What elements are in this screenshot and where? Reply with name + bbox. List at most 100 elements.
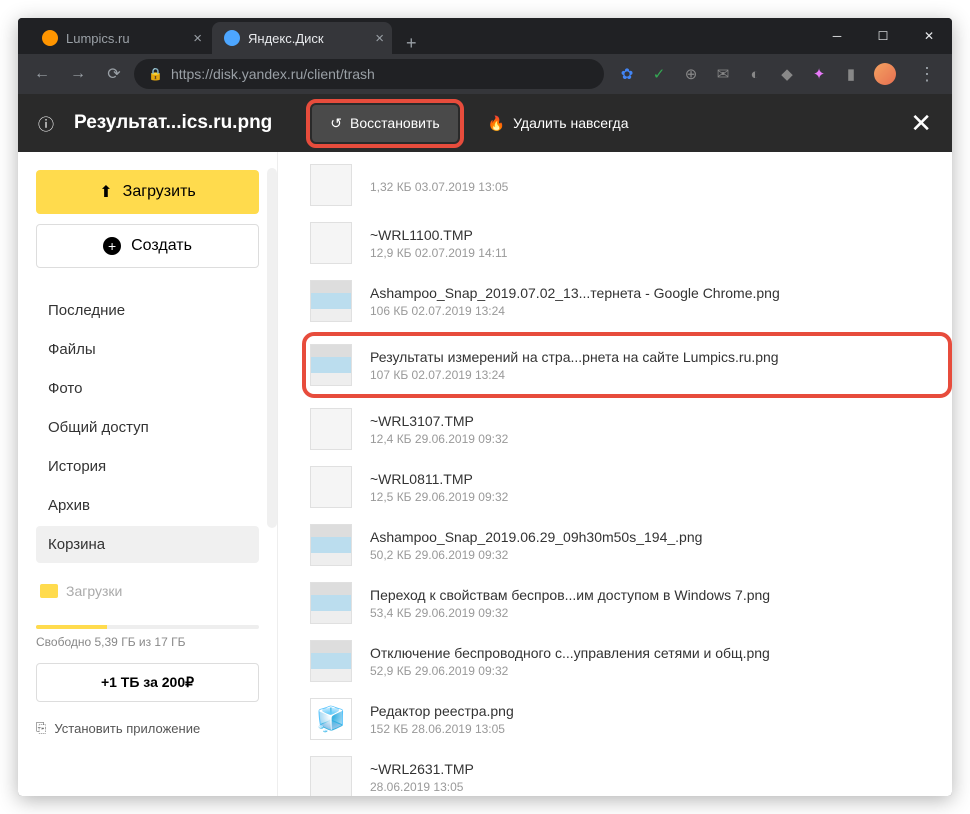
create-button[interactable]: + Создать <box>36 224 259 268</box>
close-actionbar[interactable]: ✕ <box>910 108 932 139</box>
ext-icon[interactable]: ✿ <box>618 65 636 83</box>
close-icon[interactable]: × <box>193 30 202 47</box>
avatar[interactable] <box>874 63 896 85</box>
sidebar-item[interactable]: Файлы <box>36 331 259 368</box>
file-info: Редактор реестра.png152 КБ 28.06.2019 13… <box>370 703 932 736</box>
file-meta: 106 КБ 02.07.2019 13:24 <box>370 304 932 318</box>
install-app[interactable]: ⎘ Установить приложение <box>36 720 259 736</box>
file-row[interactable]: Отключение беспроводного с...управления … <box>306 632 952 690</box>
address-bar[interactable]: 🔒 https://disk.yandex.ru/client/trash <box>134 59 604 89</box>
lock-icon: 🔒 <box>148 67 163 81</box>
file-row[interactable]: 🧊 Редактор реестра.png152 КБ 28.06.2019 1… <box>306 690 952 748</box>
tabs: Lumpics.ru × Яндекс.Диск × + <box>18 18 429 54</box>
upload-label: Загрузить <box>123 183 196 201</box>
reload-button[interactable]: ⟳ <box>98 58 130 90</box>
main-area: ⬆ Загрузить + Создать ПоследниеФайлыФото… <box>18 152 952 796</box>
install-label: Установить приложение <box>54 721 200 736</box>
info-icon[interactable]: ⓘ <box>38 111 54 135</box>
file-thumb <box>310 408 352 450</box>
file-name: ~WRL2631.TMP <box>370 761 932 777</box>
sidebar-item[interactable]: Последние <box>36 292 259 329</box>
scrollbar-thumb[interactable] <box>267 168 277 528</box>
create-label: Создать <box>131 237 192 255</box>
folder-label: Загрузки <box>66 583 122 599</box>
upload-icon: ⬆ <box>99 182 112 202</box>
file-meta: 12,5 КБ 29.06.2019 09:32 <box>370 490 932 504</box>
file-thumb <box>310 344 352 386</box>
url-text: https://disk.yandex.ru/client/trash <box>171 66 375 82</box>
close-icon[interactable]: × <box>375 30 384 47</box>
favicon <box>224 30 240 46</box>
menu-button[interactable]: ⋮ <box>910 64 944 85</box>
favicon <box>42 30 58 46</box>
sidebar-item[interactable]: Общий доступ <box>36 409 259 446</box>
maximize-button[interactable]: ☐ <box>860 18 906 54</box>
back-button[interactable]: ← <box>26 58 58 90</box>
file-meta: 52,9 КБ 29.06.2019 09:32 <box>370 664 932 678</box>
file-row[interactable]: Результаты измерений на стра...рнета на … <box>306 336 948 394</box>
restore-icon: ↺ <box>330 115 342 132</box>
file-meta: 107 КБ 02.07.2019 13:24 <box>370 368 928 382</box>
sidebar-item[interactable]: Фото <box>36 370 259 407</box>
file-meta: 50,2 КБ 29.06.2019 09:32 <box>370 548 932 562</box>
ext-icon[interactable]: ◆ <box>778 65 796 83</box>
file-meta: 152 КБ 28.06.2019 13:05 <box>370 722 932 736</box>
folder-icon <box>40 584 58 598</box>
file-name: Отключение беспроводного с...управления … <box>370 645 932 661</box>
file-row[interactable]: ~WRL1100.TMP12,9 КБ 02.07.2019 14:11 <box>306 214 952 272</box>
ext-icon[interactable]: ▮ <box>842 65 860 83</box>
restore-button[interactable]: ↺ Восстановить <box>312 105 457 142</box>
file-row[interactable]: Ashampoo_Snap_2019.07.02_13...тернета - … <box>306 272 952 330</box>
file-row[interactable]: ~WRL2631.TMP 28.06.2019 13:05 <box>306 748 952 796</box>
file-info: Переход к свойствам беспров...им доступо… <box>370 587 932 620</box>
window-controls: ─ ☐ ✕ <box>814 18 952 54</box>
file-meta: 12,4 КБ 29.06.2019 09:32 <box>370 432 932 446</box>
file-meta: 53,4 КБ 29.06.2019 09:32 <box>370 606 932 620</box>
file-name: Результаты измерений на стра...рнета на … <box>370 349 928 365</box>
promo-button[interactable]: +1 ТБ за 200₽ <box>36 663 259 702</box>
file-thumb <box>310 756 352 796</box>
minimize-button[interactable]: ─ <box>814 18 860 54</box>
file-info: ~WRL3107.TMP12,4 КБ 29.06.2019 09:32 <box>370 413 932 446</box>
browser-window: Lumpics.ru × Яндекс.Диск × + ─ ☐ ✕ ← → ⟳… <box>18 18 952 796</box>
file-thumb <box>310 640 352 682</box>
file-row[interactable]: ~WRL0811.TMP 12,5 КБ 29.06.2019 09:32 <box>306 458 952 516</box>
ext-icon[interactable]: ✦ <box>810 65 828 83</box>
close-button[interactable]: ✕ <box>906 18 952 54</box>
file-meta: 28.06.2019 13:05 <box>370 780 932 794</box>
tab-yandex-disk[interactable]: Яндекс.Диск × <box>212 22 392 54</box>
plus-icon: + <box>103 237 121 255</box>
extensions: ✿ ✓ ⊕ ✉ ◐ ◆ ✦ ▮ <box>608 63 906 85</box>
folder-downloads[interactable]: Загрузки <box>36 575 259 607</box>
file-info: ~WRL1100.TMP12,9 КБ 02.07.2019 14:11 <box>370 227 932 260</box>
selected-filename: Результат...ics.ru.png <box>74 112 272 134</box>
file-row[interactable]: Переход к свойствам беспров...им доступо… <box>306 574 952 632</box>
ext-icon[interactable]: ✓ <box>650 65 668 83</box>
file-thumb: 🧊 <box>310 698 352 740</box>
file-row[interactable]: ~WRL3107.TMP12,4 КБ 29.06.2019 09:32 <box>306 400 952 458</box>
page-content: ⓘ Результат...ics.ru.png ↺ Восстановить … <box>18 94 952 796</box>
file-thumb <box>310 524 352 566</box>
sidebar-item[interactable]: История <box>36 448 259 485</box>
tab-title: Lumpics.ru <box>66 31 130 46</box>
delete-forever-button[interactable]: 🔥 Удалить навсегда <box>470 105 647 142</box>
sidebar-item[interactable]: Корзина <box>36 526 259 563</box>
ext-icon[interactable]: ◐ <box>746 65 764 83</box>
file-thumb <box>310 164 352 206</box>
file-meta: 12,9 КБ 02.07.2019 14:11 <box>370 246 932 260</box>
ext-icon[interactable]: ✉ <box>714 65 732 83</box>
tab-lumpics[interactable]: Lumpics.ru × <box>30 22 210 54</box>
fire-icon: 🔥 <box>488 115 505 132</box>
sidebar-item[interactable]: Архив <box>36 487 259 524</box>
forward-button[interactable]: → <box>62 58 94 90</box>
upload-button[interactable]: ⬆ Загрузить <box>36 170 259 214</box>
file-name: ~WRL0811.TMP <box>370 471 932 487</box>
new-tab-button[interactable]: + <box>394 33 429 54</box>
file-row[interactable]: Ashampoo_Snap_2019.06.29_09h30m50s_194_.… <box>306 516 952 574</box>
file-row[interactable]: 1,32 КБ 03.07.2019 13:05 <box>306 156 952 214</box>
file-info: 1,32 КБ 03.07.2019 13:05 <box>370 177 932 194</box>
ext-icon[interactable]: ⊕ <box>682 65 700 83</box>
action-bar: ⓘ Результат...ics.ru.png ↺ Восстановить … <box>18 94 952 152</box>
file-list: 1,32 КБ 03.07.2019 13:05 ~WRL1100.TMP12,9… <box>278 152 952 796</box>
sidebar: ⬆ Загрузить + Создать ПоследниеФайлыФото… <box>18 152 278 796</box>
